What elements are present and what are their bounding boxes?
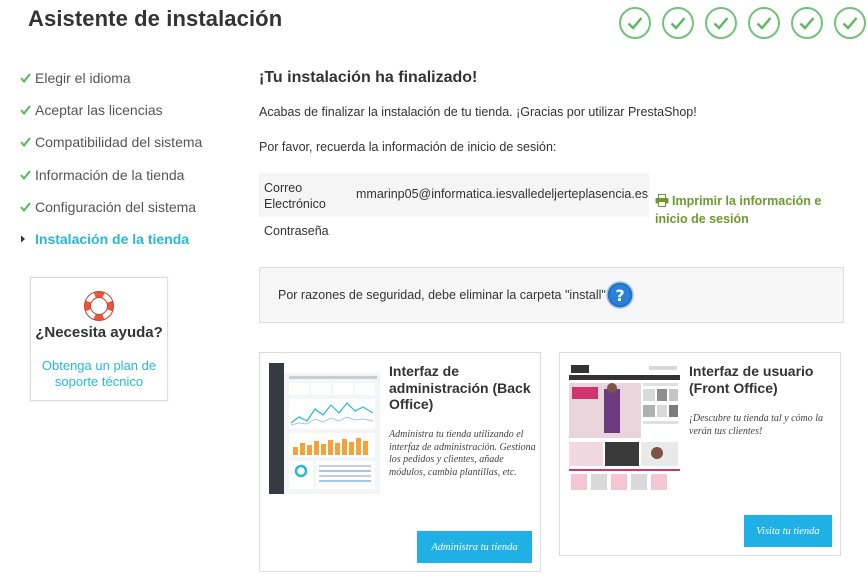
sidebar-step-label: Configuración del sistema	[35, 198, 197, 215]
back-office-screenshot	[269, 363, 380, 494]
front-office-card: Interfaz de usuario (Front Office) ¡Desc…	[559, 352, 841, 556]
sidebar-step-label: Información de la tienda	[35, 166, 185, 183]
front-office-screenshot	[569, 363, 680, 494]
step-complete-icon	[619, 7, 651, 39]
step-complete-icon	[748, 7, 780, 39]
checkmark-icon	[20, 202, 35, 212]
lifebuoy-icon	[84, 291, 114, 326]
completion-title: ¡Tu instalación ha finalizado!	[259, 69, 478, 86]
help-title: ¿Necesita ayuda?	[35, 324, 163, 341]
manage-store-button[interactable]: Administra tu tienda	[417, 531, 532, 563]
support-plan-link[interactable]: Obtenga un plan de soporte técnico	[31, 358, 167, 390]
sidebar-step-store-info: Información de la tienda	[20, 159, 220, 191]
sidebar-step-system-config: Configuración del sistema	[20, 191, 220, 223]
checkmark-icon	[20, 137, 35, 148]
page-title: Asistente de instalación	[28, 6, 283, 31]
sidebar-step-store-install: Instalación de la tienda	[20, 223, 220, 255]
email-value: mmarinp05@informatica.iesvalledeljertepl…	[356, 187, 648, 201]
printer-icon	[655, 194, 669, 211]
caret-right-icon	[20, 235, 35, 243]
back-office-card: Interfaz de administración (Back Office)…	[259, 352, 541, 572]
help-box: ¿Necesita ayuda? Obtenga un plan de sopo…	[30, 277, 168, 401]
security-notice-text: Por razones de seguridad, debe eliminar …	[278, 288, 610, 302]
checkmark-icon	[20, 170, 35, 180]
credentials-row-email: Correo Electrónico mmarinp05@informatica…	[259, 173, 649, 217]
step-complete-icon	[662, 7, 694, 39]
sidebar-step-language: Elegir el idioma	[20, 62, 220, 94]
print-link-label: Imprimir la información e inicio de sesi…	[655, 194, 822, 226]
step-complete-icon	[705, 7, 737, 39]
sidebar-step-label: Elegir el idioma	[35, 70, 131, 87]
sidebar-step-label: Instalación de la tienda	[35, 231, 190, 248]
password-label: Contraseña	[264, 224, 329, 238]
step-complete-icon	[834, 7, 866, 39]
front-office-description: ¡Descubre tu tienda tal y cómo la verán …	[689, 413, 824, 437]
steps-progress	[619, 7, 866, 39]
svg-text:?: ?	[615, 286, 624, 305]
steps-sidebar: Elegir el idioma Aceptar las licencias C…	[20, 62, 220, 255]
step-complete-icon	[791, 7, 823, 39]
security-notice: Por razones de seguridad, debe eliminar …	[259, 267, 844, 323]
front-office-title: Interfaz de usuario (Front Office)	[689, 363, 814, 396]
sidebar-step-label: Aceptar las licencias	[35, 102, 163, 119]
sidebar-step-label: Compatibilidad del sistema	[35, 134, 203, 151]
question-icon[interactable]: ?	[606, 281, 634, 312]
credentials-table: Correo Electrónico mmarinp05@informatica…	[259, 173, 649, 245]
login-reminder: Por favor, recuerda la información de in…	[259, 140, 557, 154]
checkmark-icon	[20, 105, 35, 116]
print-login-info-link[interactable]: Imprimir la información e inicio de sesi…	[655, 193, 830, 227]
completion-message: Acabas de finalizar la instalación de tu…	[259, 105, 697, 119]
email-label: Correo Electrónico	[264, 181, 326, 211]
back-office-description: Administra tu tienda utilizando el inter…	[389, 429, 536, 478]
sidebar-step-compatibility: Compatibilidad del sistema	[20, 126, 220, 158]
visit-store-button[interactable]: Visita tu tienda	[744, 515, 832, 547]
sidebar-step-licenses: Aceptar las licencias	[20, 94, 220, 126]
back-office-title: Interfaz de administración (Back Office)	[389, 363, 531, 412]
checkmark-icon	[20, 73, 35, 84]
